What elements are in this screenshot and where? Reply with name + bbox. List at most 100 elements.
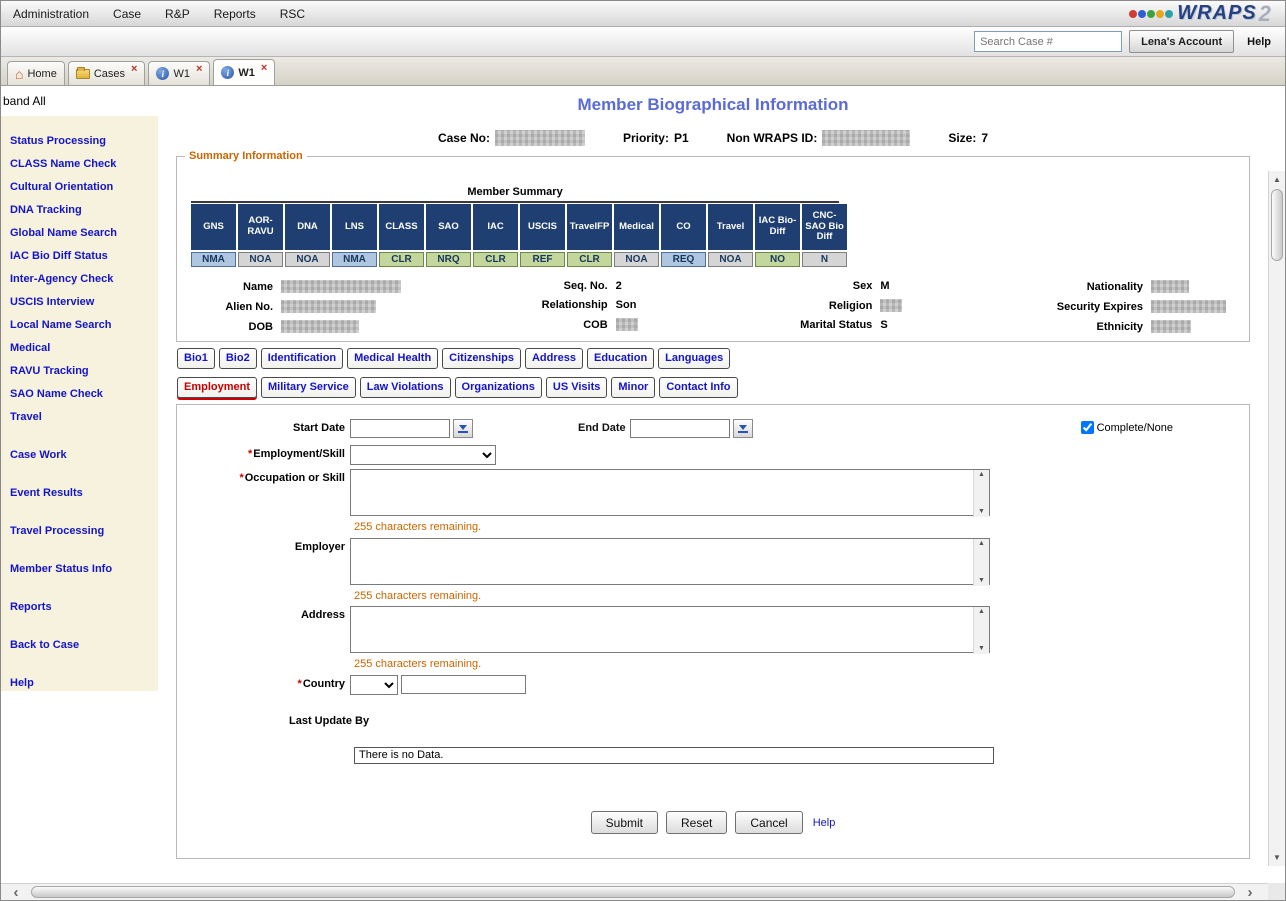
summary-status-badge: NOA	[238, 252, 283, 267]
logo-text: WRAPS	[1177, 2, 1256, 25]
search-case-input[interactable]	[974, 31, 1122, 52]
textarea-scrollbar[interactable]: ▲ ▼	[973, 470, 989, 517]
sidebar-item-iac-bio-diff-status[interactable]: IAC Bio Diff Status	[10, 245, 154, 268]
cancel-button[interactable]: Cancel	[735, 811, 802, 834]
tab-w1-active[interactable]: i W1 ×	[213, 59, 275, 85]
close-icon[interactable]: ×	[131, 65, 137, 74]
scroll-up-icon[interactable]: ▲	[1269, 171, 1285, 188]
expand-all-link[interactable]: band All	[3, 94, 46, 108]
sidebar-item-cultural-orientation[interactable]: Cultural Orientation	[10, 176, 154, 199]
bio-tab-address[interactable]: Address	[525, 348, 583, 369]
bio-tab-law-violations[interactable]: Law Violations	[360, 377, 451, 398]
textarea-scrollbar[interactable]: ▲ ▼	[973, 607, 989, 654]
sidebar-item-reports[interactable]: Reports	[10, 596, 154, 619]
bio-tab-medical-health[interactable]: Medical Health	[347, 348, 438, 369]
close-icon[interactable]: ×	[196, 65, 202, 74]
country-input[interactable]	[401, 675, 526, 694]
account-button[interactable]: Lena's Account	[1129, 30, 1234, 53]
size-value: 7	[981, 131, 988, 145]
scroll-left-icon[interactable]: ‹	[5, 884, 27, 900]
sidebar-item-class-name-check[interactable]: CLASS Name Check	[10, 153, 154, 176]
summary-status-badge: CLR	[567, 252, 612, 267]
sidebar-item-ravu-tracking[interactable]: RAVU Tracking	[10, 360, 154, 383]
close-icon[interactable]: ×	[261, 64, 267, 73]
bio-tab-identification[interactable]: Identification	[261, 348, 343, 369]
employment-skill-select[interactable]	[350, 445, 496, 465]
occupation-textarea[interactable]	[350, 469, 990, 516]
scroll-down-icon[interactable]: ▼	[978, 645, 985, 653]
summary-status-badge: CLR	[379, 252, 424, 267]
content-area: band All Status Processing CLASS Name Ch…	[1, 86, 1285, 883]
bio-tab-education[interactable]: Education	[587, 348, 654, 369]
bio-tab-minor[interactable]: Minor	[611, 377, 655, 398]
sidebar-item-back-to-case[interactable]: Back to Case	[10, 634, 154, 657]
bio-tab-employment[interactable]: Employment	[177, 377, 257, 398]
summary-status-badge: NO	[755, 252, 800, 267]
sidebar-item-case-work[interactable]: Case Work	[10, 444, 154, 467]
complete-none-checkbox[interactable]	[1081, 421, 1094, 434]
tab-cases[interactable]: Cases ×	[68, 61, 146, 85]
tab-w1-first[interactable]: i W1 ×	[148, 61, 210, 85]
summary-column: CO REQ	[661, 204, 706, 267]
sidebar-item-uscis-interview[interactable]: USCIS Interview	[10, 291, 154, 314]
bio-tab-languages[interactable]: Languages	[658, 348, 730, 369]
help-menu[interactable]: Help	[1241, 36, 1277, 48]
scroll-up-icon[interactable]: ▲	[978, 540, 985, 548]
end-date-picker-icon[interactable]	[733, 419, 753, 438]
sidebar-item-local-name-search[interactable]: Local Name Search	[10, 314, 154, 337]
details-column-4: Nationality Security Expires Ethnicity	[1025, 280, 1243, 333]
employer-textarea[interactable]	[350, 538, 990, 585]
bio-tab-military-service[interactable]: Military Service	[261, 377, 356, 398]
sidebar-item-sao-name-check[interactable]: SAO Name Check	[10, 383, 154, 406]
scroll-up-icon[interactable]: ▲	[978, 608, 985, 616]
vertical-scroll-thumb[interactable]	[1271, 189, 1283, 261]
menu-rsc[interactable]: RSC	[278, 7, 317, 21]
summary-information-legend: Summary Information	[185, 150, 307, 162]
sidebar-item-travel-processing[interactable]: Travel Processing	[10, 520, 154, 543]
bio-tab-organizations[interactable]: Organizations	[455, 377, 542, 398]
name-value	[281, 280, 419, 293]
end-date-input[interactable]	[630, 419, 730, 438]
horizontal-scroll-thumb[interactable]	[31, 886, 1235, 898]
scroll-down-icon[interactable]: ▼	[1269, 849, 1285, 866]
textarea-scrollbar[interactable]: ▲ ▼	[973, 539, 989, 586]
address-textarea[interactable]	[350, 606, 990, 653]
size-field: Size: 7	[948, 131, 988, 145]
sidebar-item-help[interactable]: Help	[10, 672, 154, 695]
nationality-label: Nationality	[1025, 281, 1151, 293]
start-date-input[interactable]	[350, 419, 450, 438]
horizontal-scrollbar[interactable]: ‹ ›	[1, 883, 1285, 900]
sidebar-item-medical[interactable]: Medical	[10, 337, 154, 360]
menu-case[interactable]: Case	[111, 7, 153, 21]
submit-button[interactable]: Submit	[591, 811, 658, 834]
bio-tab-contact-info[interactable]: Contact Info	[659, 377, 737, 398]
sidebar-item-status-processing[interactable]: Status Processing	[10, 130, 154, 153]
sidebar-item-dna-tracking[interactable]: DNA Tracking	[10, 199, 154, 222]
sidebar-item-global-name-search[interactable]: Global Name Search	[10, 222, 154, 245]
country-select[interactable]	[350, 675, 398, 695]
sidebar-item-inter-agency-check[interactable]: Inter-Agency Check	[10, 268, 154, 291]
tab-home[interactable]: ⌂ Home	[7, 61, 65, 85]
scroll-right-icon[interactable]: ›	[1239, 884, 1261, 900]
menu-rp[interactable]: R&P	[163, 7, 202, 21]
vertical-scrollbar[interactable]: ▲ ▼	[1268, 171, 1285, 866]
start-date-picker-icon[interactable]	[453, 419, 473, 438]
scroll-down-icon[interactable]: ▼	[978, 508, 985, 516]
sidebar-item-member-status-info[interactable]: Member Status Info	[10, 558, 154, 581]
bio-tab-bio1[interactable]: Bio1	[177, 348, 215, 369]
cob-label: COB	[506, 319, 616, 331]
bio-tab-us-visits[interactable]: US Visits	[546, 377, 608, 398]
bio-tab-bio2[interactable]: Bio2	[219, 348, 257, 369]
form-help-link[interactable]: Help	[813, 817, 836, 829]
menu-reports[interactable]: Reports	[212, 7, 268, 21]
scroll-up-icon[interactable]: ▲	[978, 471, 985, 479]
sidebar-item-travel[interactable]: Travel	[10, 406, 154, 429]
sex-value: M	[880, 280, 938, 292]
reset-button[interactable]: Reset	[666, 811, 727, 834]
scroll-down-icon[interactable]: ▼	[978, 577, 985, 585]
menu-administration[interactable]: Administration	[11, 7, 101, 21]
sidebar-item-event-results[interactable]: Event Results	[10, 482, 154, 505]
non-wraps-id-field: Non WRAPS ID:	[727, 130, 911, 146]
bio-tab-citizenships[interactable]: Citizenships	[442, 348, 521, 369]
main-panel: Member Biographical Information Case No:…	[158, 86, 1268, 883]
